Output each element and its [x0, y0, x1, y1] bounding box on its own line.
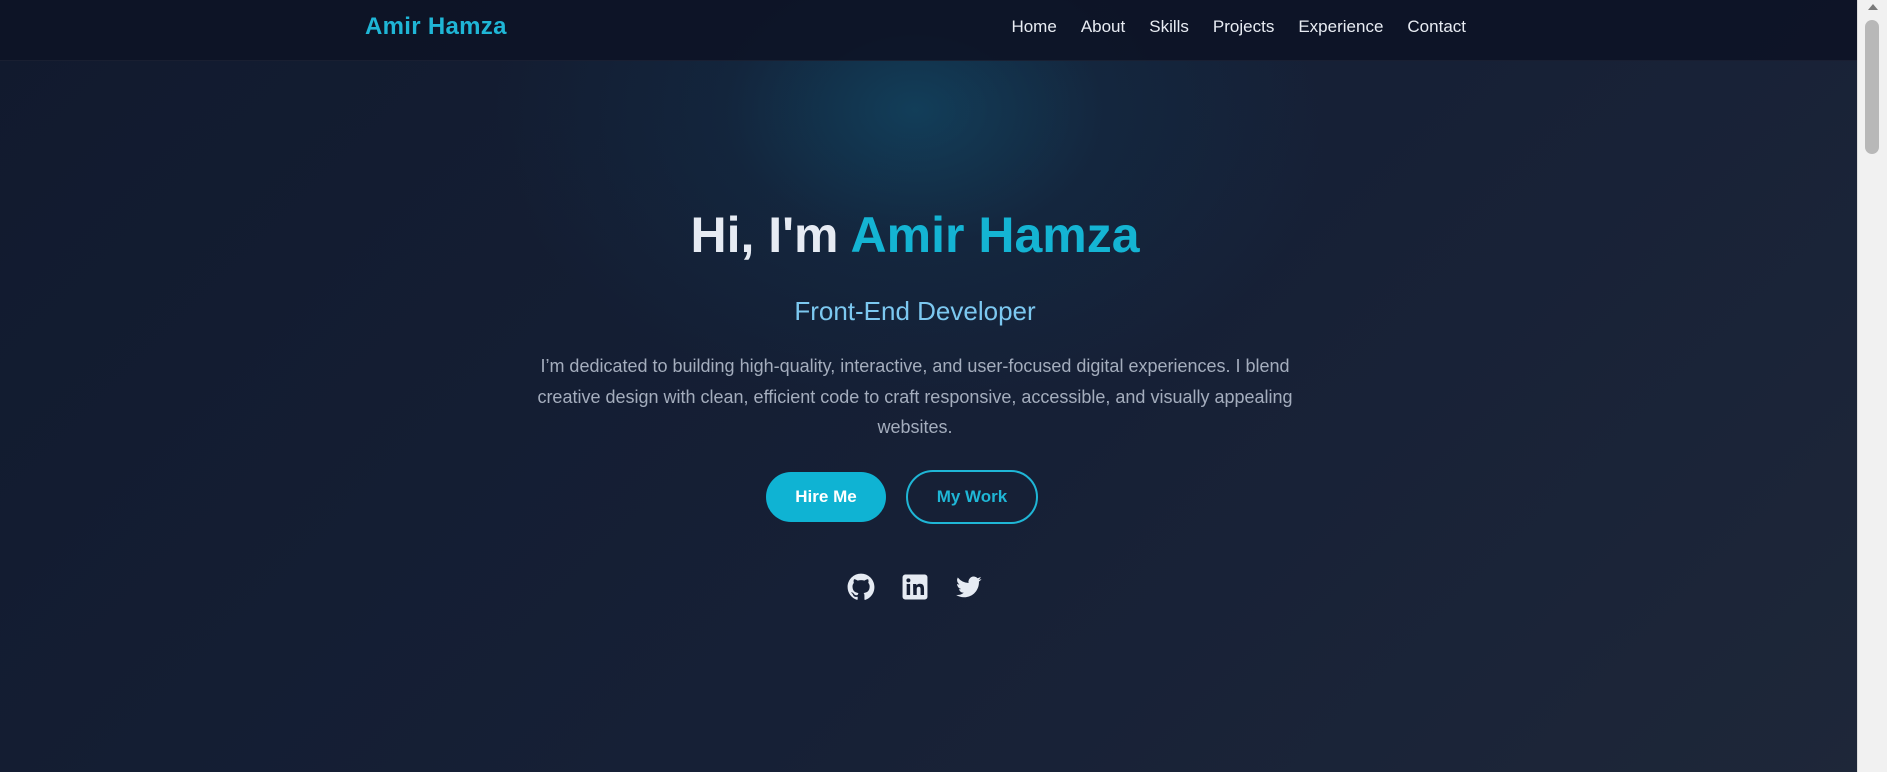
nav-link-projects[interactable]: Projects [1213, 17, 1274, 37]
hire-me-button[interactable]: Hire Me [766, 472, 886, 522]
github-icon[interactable] [847, 573, 875, 601]
nav-link-skills[interactable]: Skills [1149, 17, 1189, 37]
scrollbar-thumb[interactable] [1865, 20, 1879, 154]
nav-link-home[interactable]: Home [1011, 17, 1056, 37]
nav-links: Home About Skills Projects Experience Co… [1011, 17, 1466, 37]
hero-buttons: Hire Me My Work [0, 470, 1830, 524]
hero-description: I’m dedicated to building high-quality, … [537, 356, 1293, 437]
hero-title-prefix: Hi, I'm [690, 207, 851, 263]
nav-link-experience[interactable]: Experience [1298, 17, 1383, 37]
navbar: Amir Hamza Home About Skills Projects Ex… [0, 0, 1858, 61]
scroll-up-arrow-icon[interactable] [1868, 4, 1878, 10]
scrollbar[interactable] [1857, 0, 1887, 772]
nav-link-contact[interactable]: Contact [1407, 17, 1466, 37]
nav-link-about[interactable]: About [1081, 17, 1125, 37]
twitter-icon[interactable] [955, 573, 983, 601]
my-work-button[interactable]: My Work [906, 470, 1038, 524]
linkedin-icon[interactable] [901, 573, 929, 601]
social-links [0, 573, 1830, 601]
page: Amir Hamza Home About Skills Projects Ex… [0, 0, 1887, 772]
hero-title-name: Amir Hamza [850, 207, 1140, 263]
hero-subtitle: Front-End Developer [794, 296, 1036, 326]
brand-logo[interactable]: Amir Hamza [365, 13, 507, 41]
hero-title: Hi, I'm Amir Hamza [0, 210, 1830, 260]
